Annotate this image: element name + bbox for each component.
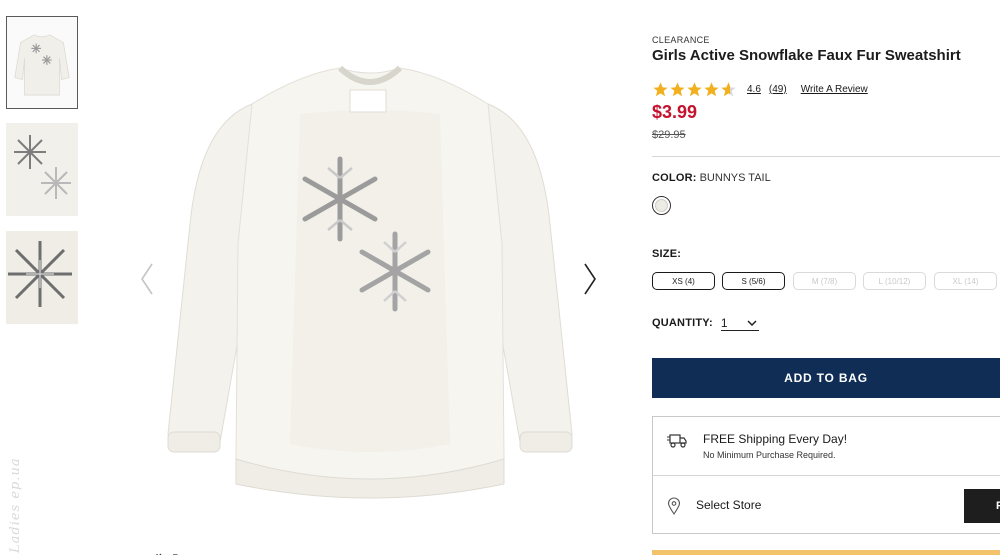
carousel-prev-button[interactable] [139, 262, 155, 296]
star-half-icon [720, 81, 737, 98]
sale-price: $3.99 [652, 102, 698, 122]
promo-strip [652, 550, 1000, 555]
size-option-m[interactable]: M (7/8) [793, 272, 856, 290]
color-swatch[interactable] [652, 196, 671, 215]
star-icon [669, 81, 686, 98]
quantity-value: 1 [720, 315, 728, 330]
svg-text:Ladies ep.ua: Ladies ep.ua [8, 457, 23, 554]
star-icon [652, 81, 669, 98]
quantity-row: QUANTITY: 1 [652, 315, 759, 331]
star-rating[interactable] [652, 81, 737, 98]
truck-icon [667, 431, 687, 449]
review-count[interactable]: (49) [769, 84, 787, 95]
thumbnail-closeup-snowflake[interactable] [6, 231, 78, 324]
carousel-next-button[interactable] [582, 262, 598, 296]
color-label: COLOR: [652, 172, 697, 184]
find-store-button[interactable]: F [964, 489, 1000, 523]
select-store-link[interactable]: Select Store [696, 498, 761, 512]
fulfillment-box: FREE Shipping Every Day! No Minimum Purc… [652, 416, 1000, 534]
watermark-text: Ladies ep.ua [4, 425, 26, 555]
add-to-bag-button[interactable]: ADD TO BAG [652, 358, 1000, 398]
quantity-select[interactable]: 1 [720, 315, 759, 331]
rating-value[interactable]: 4.6 [747, 84, 761, 95]
shipping-info: FREE Shipping Every Day! No Minimum Purc… [653, 417, 1000, 476]
divider [652, 156, 1000, 157]
write-review-link[interactable]: Write A Review [801, 84, 868, 95]
breadcrumb[interactable]: CLEARANCE [652, 35, 710, 45]
chevron-down-icon [747, 319, 757, 326]
rating-row: 4.6 (49) Write A Review [652, 80, 868, 98]
quantity-label: QUANTITY: [652, 317, 713, 329]
main-product-image [160, 44, 580, 514]
thumbnail-detail-snowflakes[interactable] [6, 123, 78, 216]
expand-icon[interactable] [155, 546, 179, 555]
shipping-title: FREE Shipping Every Day! [703, 432, 848, 446]
shipping-subtitle: No Minimum Purchase Required. [703, 450, 836, 460]
star-icon [686, 81, 703, 98]
product-title: Girls Active Snowflake Faux Fur Sweatshi… [652, 47, 961, 64]
color-row: COLOR: BUNNYS TAIL [652, 172, 771, 184]
thumbnail-front-view[interactable] [6, 16, 78, 109]
size-option-xs[interactable]: XS (4) [652, 272, 715, 290]
size-option-l[interactable]: L (10/12) [863, 272, 926, 290]
color-value: BUNNYS TAIL [699, 172, 771, 184]
size-label: SIZE: [652, 248, 682, 260]
original-price: $29.95 [652, 129, 686, 141]
location-pin-icon [667, 497, 681, 515]
star-icon [703, 81, 720, 98]
size-option-xl[interactable]: XL (14) [934, 272, 997, 290]
product-info-panel: CLEARANCE Girls Active Snowflake Faux Fu… [652, 0, 1000, 555]
swatch-fill [655, 199, 668, 212]
size-option-s[interactable]: S (5/6) [722, 272, 785, 290]
